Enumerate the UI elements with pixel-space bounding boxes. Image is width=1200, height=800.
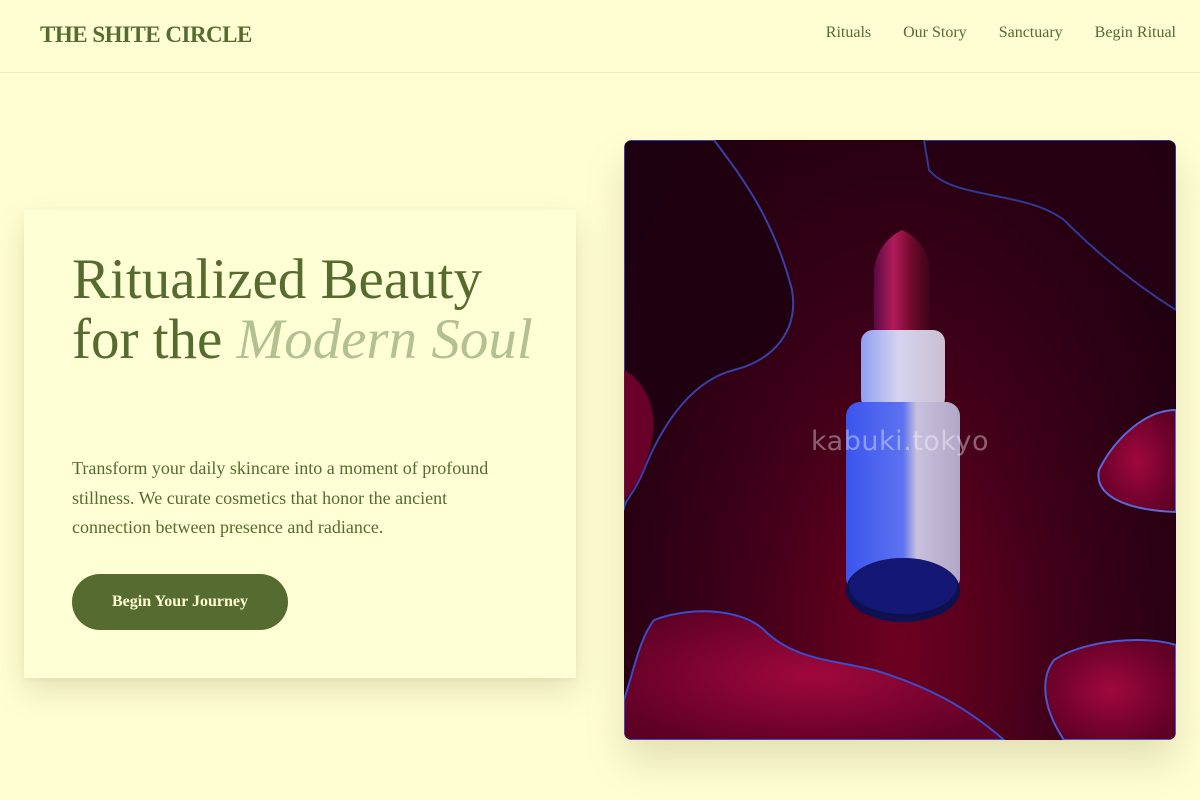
product-image: kabuki.tokyo [624,140,1176,740]
liquid-bottom-right [1044,639,1176,740]
nav-link-rituals[interactable]: Rituals [826,24,871,42]
nav-link-our-story[interactable]: Our Story [903,24,967,42]
hero-card: Ritualized Beauty for the Modern Soul Tr… [24,210,576,678]
hero-title-line1: Ritualized Beauty [72,248,482,311]
site-header: THE SHITE CIRCLE Rituals Our Story Sanct… [0,0,1200,73]
lipstick-tube-upper [861,330,945,410]
image-watermark: kabuki.tokyo [811,426,989,457]
nav-link-sanctuary[interactable]: Sanctuary [999,24,1063,42]
hero-title-accent: Modern Soul [236,308,533,371]
main-nav: Rituals Our Story Sanctuary Begin Ritual [826,24,1176,42]
hero-title-line2: for the [72,308,223,371]
brand-logo[interactable]: THE SHITE CIRCLE [40,22,252,48]
liquid-top-right [922,140,1176,312]
hero-description: Transform your daily skincare into a mom… [72,458,489,537]
lipstick-bullet [874,230,930,332]
nav-link-begin-ritual[interactable]: Begin Ritual [1095,24,1176,42]
liquid-bottom-left [624,610,1006,740]
begin-journey-button[interactable]: Begin Your Journey [72,574,288,630]
hero-title: Ritualized Beauty for the Modern Soul [72,250,542,370]
